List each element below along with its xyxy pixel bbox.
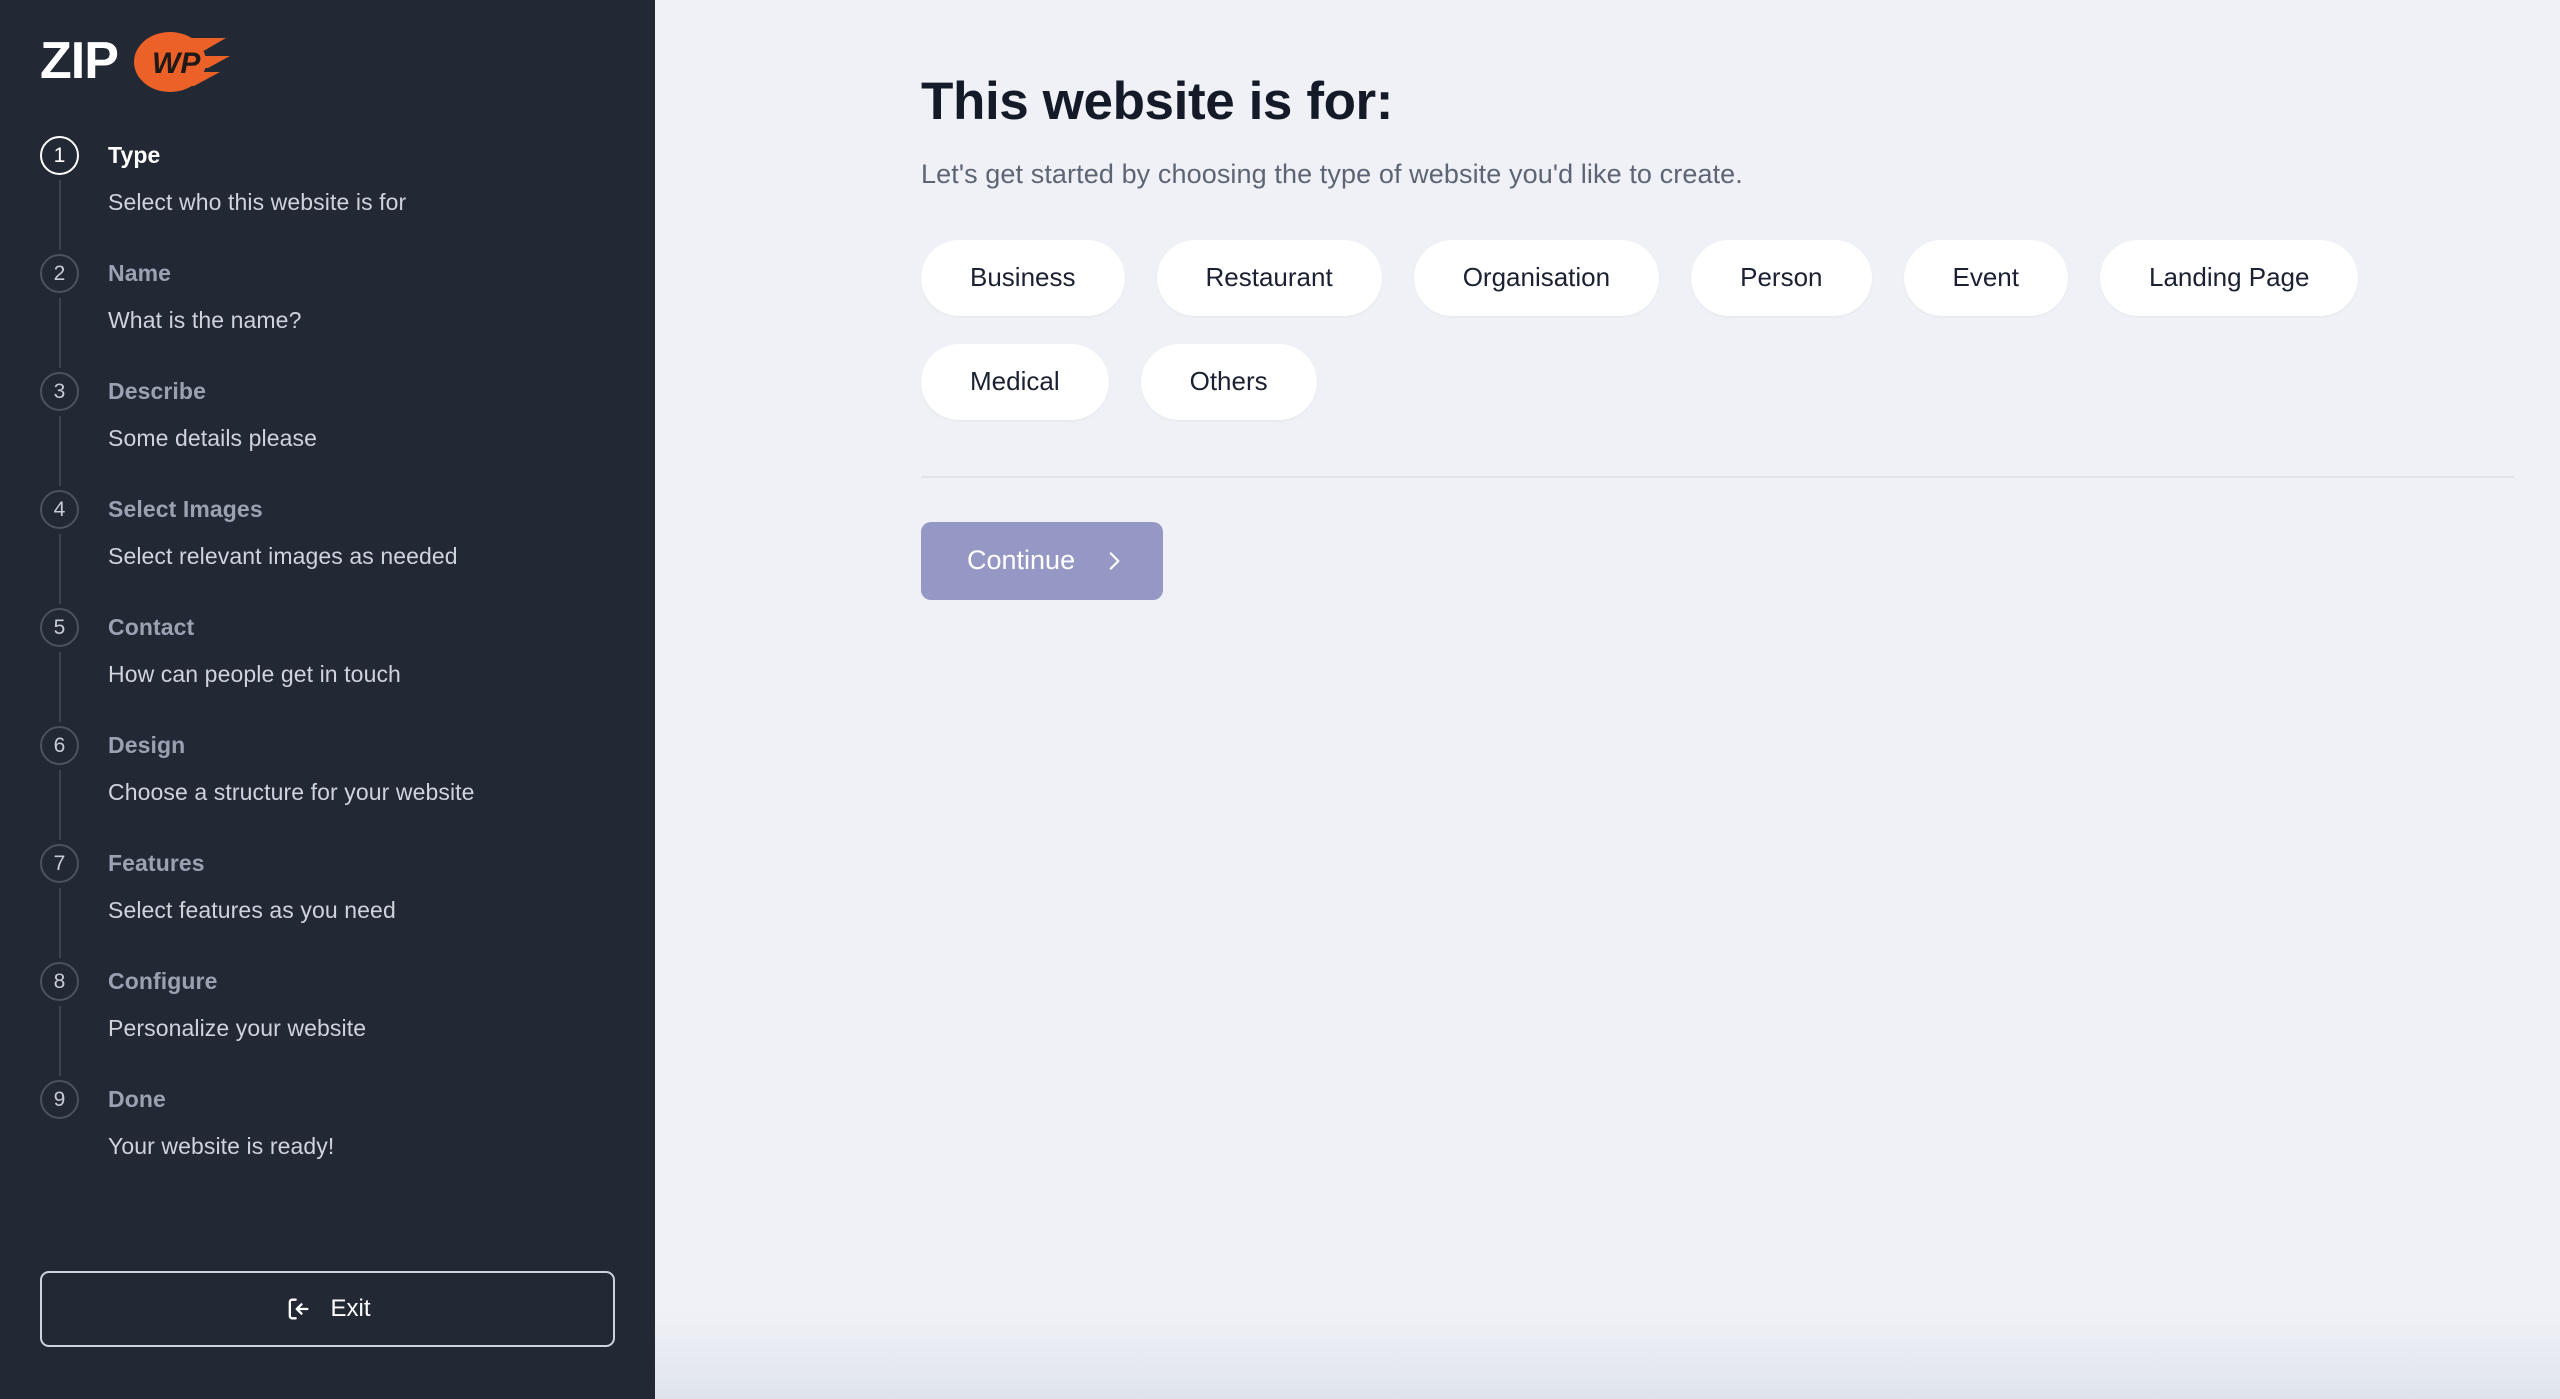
zipwp-logo: ZIP WP — [40, 28, 245, 96]
step-title: Features — [108, 850, 205, 876]
exit-button-label: Exit — [330, 1295, 371, 1322]
step-connector — [59, 888, 61, 958]
step-subtitle: Some details please — [108, 425, 318, 451]
step-number: 2 — [40, 254, 79, 293]
bottom-gradient — [655, 1309, 2560, 1399]
brand-logo: ZIP WP — [0, 0, 655, 118]
section-divider — [921, 475, 2514, 478]
step-number: 5 — [40, 608, 79, 647]
step-number: 6 — [40, 726, 79, 765]
step-subtitle: Select features as you need — [108, 897, 396, 923]
sidebar-step-configure[interactable]: 8 Configure Personalize your website — [0, 962, 655, 1080]
website-type-person[interactable]: Person — [1691, 239, 1872, 316]
step-list: 1 Type Select who this website is for 2 … — [0, 118, 655, 1271]
sidebar-step-describe[interactable]: 3 Describe Some details please — [0, 372, 655, 490]
step-connector — [59, 770, 61, 840]
step-number: 4 — [40, 490, 79, 529]
sidebar-step-select-images[interactable]: 4 Select Images Select relevant images a… — [0, 490, 655, 608]
sidebar-step-contact[interactable]: 5 Contact How can people get in touch — [0, 608, 655, 726]
step-title: Contact — [108, 614, 195, 640]
website-type-others[interactable]: Others — [1140, 343, 1317, 420]
continue-button-label: Continue — [967, 545, 1076, 576]
step-title: Select Images — [108, 496, 263, 522]
page-subtitle: Let's get started by choosing the type o… — [921, 158, 1743, 189]
step-title: Done — [108, 1086, 166, 1112]
step-title: Name — [108, 260, 172, 286]
website-type-business[interactable]: Business — [921, 239, 1125, 316]
step-subtitle: How can people get in touch — [108, 661, 401, 687]
step-connector — [59, 298, 61, 368]
svg-text:WP: WP — [152, 47, 201, 80]
website-type-options: Business Restaurant Organisation Person … — [921, 239, 2451, 420]
exit-icon — [284, 1295, 312, 1323]
step-title: Type — [108, 142, 161, 168]
step-title: Configure — [108, 968, 218, 994]
step-connector — [59, 180, 61, 250]
exit-container: Exit — [0, 1271, 655, 1399]
step-connector — [59, 1006, 61, 1076]
website-type-medical[interactable]: Medical — [921, 343, 1109, 420]
step-number: 9 — [40, 1080, 79, 1119]
continue-button[interactable]: Continue — [921, 521, 1164, 600]
sidebar-step-type[interactable]: 1 Type Select who this website is for — [0, 136, 655, 254]
zipwp-logo-icon: ZIP WP — [40, 32, 230, 92]
continue-container: Continue — [921, 521, 2560, 600]
exit-button[interactable]: Exit — [40, 1271, 615, 1347]
step-number: 8 — [40, 962, 79, 1001]
website-type-organisation[interactable]: Organisation — [1413, 239, 1660, 316]
step-title: Design — [108, 732, 186, 758]
step-number: 1 — [40, 136, 79, 175]
sidebar-step-features[interactable]: 7 Features Select features as you need — [0, 844, 655, 962]
step-connector — [59, 652, 61, 722]
sidebar-step-name[interactable]: 2 Name What is the name? — [0, 254, 655, 372]
step-subtitle: What is the name? — [108, 307, 302, 333]
step-connector — [59, 534, 61, 604]
step-subtitle: Personalize your website — [108, 1015, 367, 1041]
website-type-restaurant[interactable]: Restaurant — [1156, 239, 1382, 316]
chevron-right-icon — [1101, 548, 1127, 574]
step-connector — [59, 416, 61, 486]
step-number: 7 — [40, 844, 79, 883]
step-subtitle: Select relevant images as needed — [108, 543, 458, 569]
step-number: 3 — [40, 372, 79, 411]
page-title: This website is for: — [921, 72, 1394, 131]
step-subtitle: Choose a structure for your website — [108, 779, 475, 805]
website-type-event[interactable]: Event — [1903, 239, 2068, 316]
sidebar: ZIP WP 1 Type Select who this website is… — [0, 0, 655, 1399]
step-subtitle: Your website is ready! — [108, 1133, 335, 1159]
website-type-landing-page[interactable]: Landing Page — [2100, 239, 2359, 316]
sidebar-step-done[interactable]: 9 Done Your website is ready! — [0, 1080, 655, 1163]
step-title: Describe — [108, 378, 206, 404]
sidebar-step-design[interactable]: 6 Design Choose a structure for your web… — [0, 726, 655, 844]
main-content: This website is for: Let's get started b… — [655, 0, 2560, 1399]
step-subtitle: Select who this website is for — [108, 189, 407, 215]
svg-text:ZIP: ZIP — [40, 32, 118, 90]
